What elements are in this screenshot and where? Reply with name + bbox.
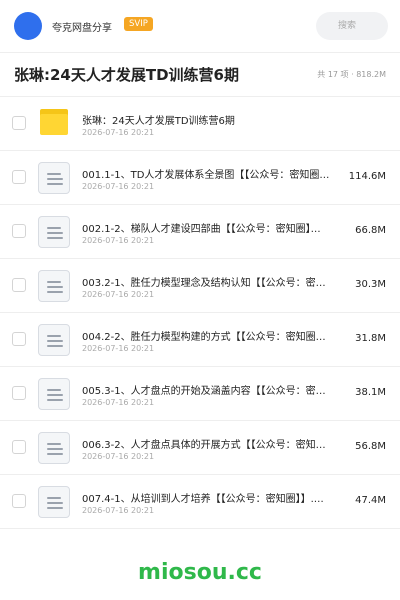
file-row[interactable]: 001.1-1、TD人才发展体系全景图【【公众号：密知圈】】.mp42026-0… xyxy=(0,151,400,205)
folder-summary: 共 17 项 · 818.2M xyxy=(317,70,386,79)
document-icon xyxy=(38,162,70,194)
document-icon xyxy=(38,486,70,518)
file-row[interactable]: 004.2-2、胜任力模型构建的方式【【公众号：密知圈】】.mp4 2026-07… xyxy=(0,313,400,367)
item-size: 30.3M xyxy=(355,279,386,290)
item-date: 2026-07-16 20:21 xyxy=(82,452,155,461)
item-size: 47.4M xyxy=(355,495,386,506)
file-row[interactable]: 003.2-1、胜任力模型理念及结构认知【【公众号：密知圈】】.mp42026-… xyxy=(0,259,400,313)
item-size: 114.6M xyxy=(348,171,386,182)
item-date: 2026-07-16 20:21 xyxy=(82,344,155,353)
app-header: 夸克网盘分享 SVIP 搜索 xyxy=(0,0,400,52)
item-size: 38.1M xyxy=(355,387,386,398)
file-row[interactable]: 007.4-1、从培训到人才培养【【公众号：密知圈】】.mp4 2026-07-1… xyxy=(0,475,400,529)
file-list: 张琳：24天人才发展TD训练营6期 2026-07-16 20:21 001.1-1… xyxy=(0,97,400,529)
item-name[interactable]: 002.1-2、梯队人才建设四部曲【【公众号：密知圈】】.mp4 xyxy=(82,220,330,235)
select-checkbox[interactable] xyxy=(12,170,26,184)
item-date: 2026-07-16 20:21 xyxy=(82,182,155,191)
select-checkbox[interactable] xyxy=(12,332,26,346)
item-name[interactable]: 004.2-2、胜任力模型构建的方式【【公众号：密知圈】】.mp4 xyxy=(82,328,330,343)
item-date: 2026-07-16 20:21 xyxy=(82,128,155,137)
item-date: 2026-07-16 20:21 xyxy=(82,506,155,515)
select-checkbox[interactable] xyxy=(12,278,26,292)
avatar[interactable] xyxy=(14,12,42,40)
item-name[interactable]: 001.1-1、TD人才发展体系全景图【【公众号：密知圈】】.mp4 xyxy=(82,166,330,181)
search-button[interactable]: 搜索 xyxy=(316,12,388,40)
file-row[interactable]: 005.3-1、人才盘点的开始及涵盖内容【【公众号：密知圈】】.mp42026-… xyxy=(0,367,400,421)
item-size: 56.8M xyxy=(355,441,386,452)
document-icon xyxy=(38,270,70,302)
file-row[interactable]: 002.1-2、梯队人才建设四部曲【【公众号：密知圈】】.mp4 2026-07-… xyxy=(0,205,400,259)
item-date: 2026-07-16 20:21 xyxy=(82,398,155,407)
watermark-text: miosou.cc xyxy=(138,560,262,585)
select-checkbox[interactable] xyxy=(12,224,26,238)
folder-row[interactable]: 张琳：24天人才发展TD训练营6期 2026-07-16 20:21 xyxy=(0,97,400,151)
document-icon xyxy=(38,324,70,356)
select-checkbox[interactable] xyxy=(12,116,26,130)
page-title: 张琳:24天人才发展TD训练营6期 xyxy=(14,66,239,84)
item-name[interactable]: 007.4-1、从培训到人才培养【【公众号：密知圈】】.mp4 xyxy=(82,490,330,505)
folder-icon xyxy=(40,109,68,135)
sharer-name: 夸克网盘分享 xyxy=(52,23,112,34)
file-row[interactable]: 006.3-2、人才盘点具体的开展方式【【公众号：密知圈】】.mp42026-0… xyxy=(0,421,400,475)
item-name[interactable]: 005.3-1、人才盘点的开始及涵盖内容【【公众号：密知圈】】.mp4 xyxy=(82,382,330,397)
select-checkbox[interactable] xyxy=(12,386,26,400)
select-checkbox[interactable] xyxy=(12,494,26,508)
document-icon xyxy=(38,378,70,410)
item-size: 66.8M xyxy=(355,225,386,236)
document-icon xyxy=(38,432,70,464)
item-date: 2026-07-16 20:21 xyxy=(82,290,155,299)
document-icon xyxy=(38,216,70,248)
item-size: 31.8M xyxy=(355,333,386,344)
item-name[interactable]: 003.2-1、胜任力模型理念及结构认知【【公众号：密知圈】】.mp4 xyxy=(82,274,330,289)
item-date: 2026-07-16 20:21 xyxy=(82,236,155,245)
header-divider xyxy=(0,52,400,53)
select-checkbox[interactable] xyxy=(12,440,26,454)
item-name[interactable]: 006.3-2、人才盘点具体的开展方式【【公众号：密知圈】】.mp4 xyxy=(82,436,330,451)
item-name[interactable]: 张琳：24天人才发展TD训练营6期 xyxy=(82,112,330,127)
svip-badge: SVIP xyxy=(124,17,153,31)
